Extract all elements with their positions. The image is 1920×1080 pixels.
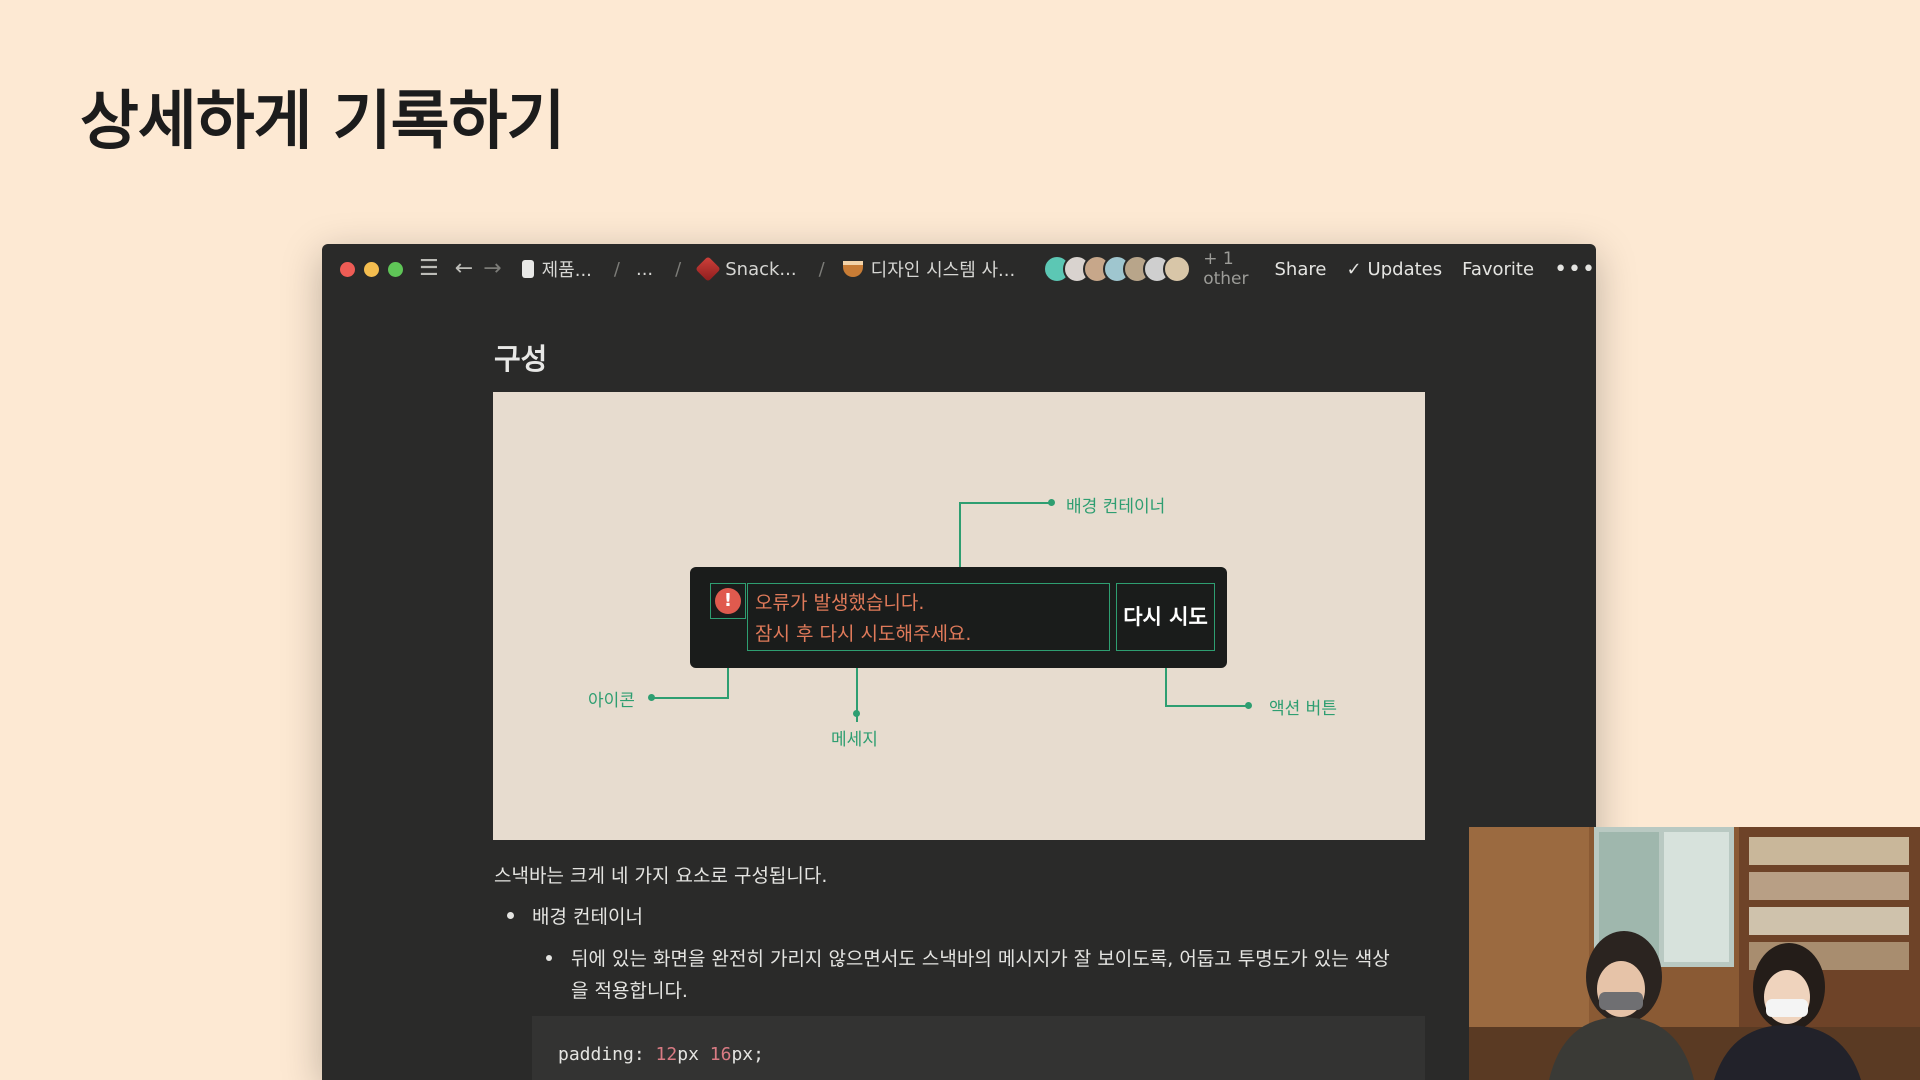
breadcrumb-item-design-system[interactable]: 디자인 시스템 사... xyxy=(871,256,1016,282)
notion-window: ☰ ← → 제품... / ... / Snack... / 디자인 시스템 사… xyxy=(322,244,1596,1080)
annotation-dot xyxy=(648,694,655,701)
annotation-dot xyxy=(1245,702,1252,709)
breadcrumb-item-snack[interactable]: Snack... xyxy=(725,259,796,280)
retry-button[interactable]: 다시 시도 xyxy=(1117,584,1214,650)
code-value: 12 xyxy=(655,1044,678,1065)
snackbar-message: 오류가 발생했습니다. 잠시 후 다시 시도해주세요. xyxy=(755,588,971,650)
snackbar-icon-frame: ! xyxy=(710,583,746,619)
annotation-dot xyxy=(1048,499,1055,506)
code-property: padding: xyxy=(558,1044,645,1065)
annotation-icon: 아이콘 xyxy=(588,691,635,711)
snack-page-icon xyxy=(695,256,721,282)
avatar xyxy=(1163,255,1192,283)
share-label: Share xyxy=(1274,258,1327,280)
snackbar-button-frame: 다시 시도 xyxy=(1116,583,1215,651)
sub-bullet-line1: 뒤에 있는 화면을 완전히 가리지 않으면서도 스낵바의 메시지가 잘 보이도록… xyxy=(571,948,1390,970)
annotation-line xyxy=(959,502,1051,504)
bullet-background-container: 배경 컨테이너 xyxy=(532,906,643,928)
share-button[interactable]: Share xyxy=(1275,259,1327,280)
check-icon: ✓ xyxy=(1346,258,1362,280)
maximize-window-button[interactable] xyxy=(388,261,403,277)
page-icon xyxy=(521,260,534,278)
annotation-dot xyxy=(853,710,860,717)
window-controls xyxy=(340,261,403,277)
breadcrumb-item-ellipsis[interactable]: ... xyxy=(636,259,653,280)
code-line: padding: 12px 16px; xyxy=(558,1044,764,1065)
code-block[interactable]: padding: 12px 16px; xyxy=(532,1016,1425,1080)
annotation-line xyxy=(1165,705,1249,707)
annotation-action-button: 액션 버튼 xyxy=(1269,699,1337,719)
slide-title: 상세하게 기록하기 xyxy=(80,85,565,159)
breadcrumb-separator: / xyxy=(818,258,825,280)
code-value: 16 xyxy=(709,1044,732,1065)
breadcrumb-separator: / xyxy=(675,258,682,280)
annotation-background-container: 배경 컨테이너 xyxy=(1066,497,1166,517)
breadcrumb-item-product[interactable]: 제품... xyxy=(542,256,592,282)
favorite-label: Favorite xyxy=(1462,258,1535,280)
sidebar-menu-icon[interactable]: ☰ xyxy=(419,258,439,280)
bullet-marker xyxy=(507,912,514,919)
breadcrumb: 제품... / ... / Snack... / 디자인 시스템 사... xyxy=(521,256,1016,282)
collaborator-avatars[interactable] xyxy=(1043,255,1192,283)
snackbar-message-line2: 잠시 후 다시 시도해주세요. xyxy=(755,623,972,645)
close-window-button[interactable] xyxy=(340,261,355,277)
window-topbar: ☰ ← → 제품... / ... / Snack... / 디자인 시스템 사… xyxy=(322,244,1596,294)
snackbar-message-line1: 오류가 발생했습니다. xyxy=(755,592,925,614)
code-unit: px; xyxy=(731,1044,764,1065)
design-system-page-icon xyxy=(842,261,863,277)
updates-button[interactable]: ✓ Updates xyxy=(1346,259,1442,280)
more-options-icon[interactable]: ••• xyxy=(1554,257,1596,282)
favorite-button[interactable]: Favorite xyxy=(1462,259,1534,280)
annotation-line xyxy=(651,697,729,699)
forward-arrow-icon[interactable]: → xyxy=(483,258,501,280)
annotation-message: 메세지 xyxy=(831,730,878,750)
section-heading: 구성 xyxy=(494,342,548,376)
snackbar-message-frame: 오류가 발생했습니다. 잠시 후 다시 시도해주세요. xyxy=(747,583,1110,651)
other-collaborators-count[interactable]: + 1 other xyxy=(1203,249,1250,289)
webcam-video-overlay xyxy=(1469,827,1920,1080)
error-icon: ! xyxy=(715,588,741,614)
breadcrumb-separator: / xyxy=(613,258,620,280)
annotation-line xyxy=(959,502,961,568)
code-unit: px xyxy=(677,1044,699,1065)
updates-label: Updates xyxy=(1367,258,1443,280)
sub-bullet-marker xyxy=(546,955,552,961)
sub-bullet-line2: 을 적용합니다. xyxy=(571,980,688,1002)
webcam-scene-image xyxy=(1469,827,1920,1080)
snackbar-anatomy-figure: 배경 컨테이너 아이콘 메세지 액션 버튼 ! 오류가 발생했습니다. 잠시 후… xyxy=(493,392,1425,840)
minimize-window-button[interactable] xyxy=(364,261,379,277)
intro-paragraph: 스낵바는 크게 네 가지 요소로 구성됩니다. xyxy=(494,865,828,887)
back-arrow-icon[interactable]: ← xyxy=(455,258,473,280)
snackbar-example: ! 오류가 발생했습니다. 잠시 후 다시 시도해주세요. 다시 시도 xyxy=(690,567,1227,668)
